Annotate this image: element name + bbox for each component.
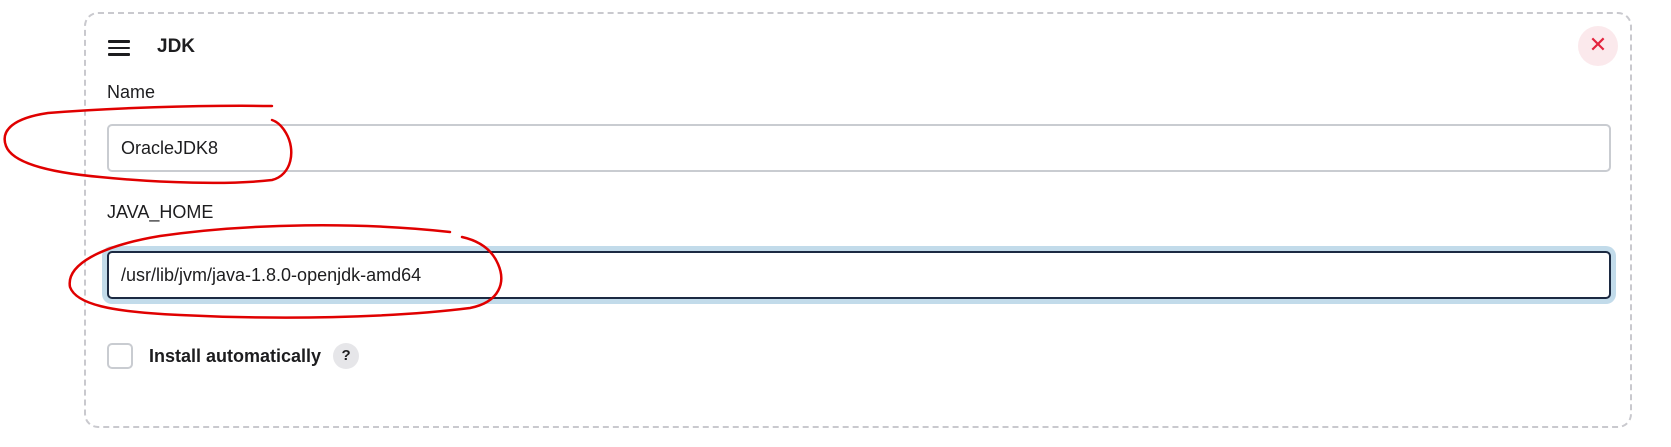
help-icon[interactable]: ? [333, 343, 360, 369]
java-home-input[interactable] [107, 251, 1611, 299]
jdk-installation-card: JDK ✕ Name JAVA_HOME Install automatical… [84, 12, 1632, 428]
close-icon: ✕ [1588, 33, 1608, 58]
card-title: JDK [157, 36, 196, 57]
install-automatically-row: Install automatically ? [107, 341, 360, 371]
install-automatically-label[interactable]: Install automatically [149, 346, 321, 367]
delete-button[interactable]: ✕ [1578, 26, 1618, 66]
name-label: Name [107, 82, 156, 102]
name-input[interactable] [107, 124, 1611, 172]
java-home-label: JAVA_HOME [107, 202, 214, 222]
install-automatically-checkbox[interactable] [107, 343, 133, 369]
menu-icon[interactable] [108, 40, 130, 56]
